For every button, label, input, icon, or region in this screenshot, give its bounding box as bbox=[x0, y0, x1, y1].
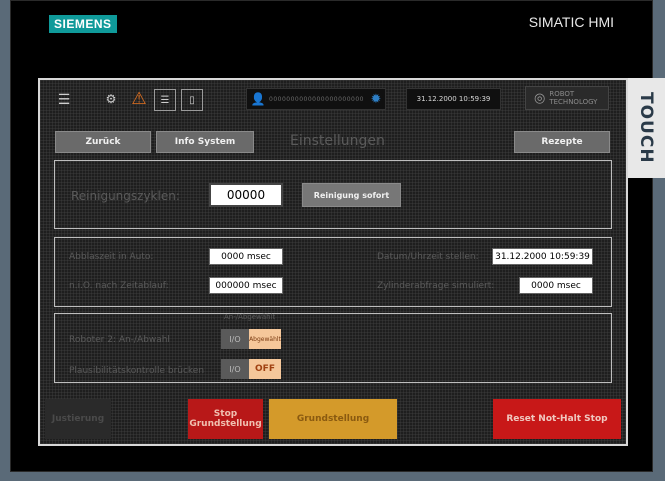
warning-icon[interactable]: ⚠ bbox=[128, 89, 150, 109]
datetime-set-label: Datum/Uhrzeit stellen: bbox=[377, 252, 479, 262]
abblaszeit-label: Abblaszeit in Auto: bbox=[69, 252, 154, 262]
user-robot-icon[interactable]: ⚙ bbox=[98, 89, 124, 109]
robot2-toggle[interactable]: I/O Abgewählt bbox=[221, 329, 281, 349]
justierung-button[interactable]: Justierung bbox=[45, 399, 111, 439]
clean-now-button[interactable]: Reinigung sofort bbox=[302, 183, 401, 207]
plausibility-toggle-state: OFF bbox=[249, 359, 281, 379]
robot2-toggle-state: Abgewählt bbox=[249, 329, 281, 349]
user-id: 0000000000000000000000 bbox=[269, 95, 364, 103]
door-icon[interactable]: ▯ bbox=[181, 89, 203, 111]
robot-group: Roboter 2: An-/Abwahl I/O Abgewählt Plau… bbox=[54, 313, 612, 383]
robot2-toggle-off: I/O bbox=[221, 329, 249, 349]
user-icon: 👤 bbox=[250, 92, 266, 106]
parameter-group: Abblaszeit in Auto: 0000 msec n.i.O. nac… bbox=[54, 237, 612, 307]
touch-label: TOUCH bbox=[627, 78, 665, 178]
reset-not-halt-button[interactable]: Reset Not-Halt Stop bbox=[493, 399, 621, 439]
datetime-display: 31.12.2000 10:59:39 bbox=[406, 88, 501, 110]
zylinder-input[interactable]: 0000 msec bbox=[519, 277, 593, 294]
hmi-screen: ☰ ⚙ ⚠ ☰ ▯ 👤 0000000000000000000000 ✹ 31.… bbox=[38, 78, 628, 446]
logo-text: ROBOT TECHNOLOGY bbox=[549, 90, 598, 106]
siemens-logo: SIEMENS bbox=[49, 15, 117, 33]
back-button[interactable]: Zurück bbox=[55, 131, 151, 153]
plausibility-label: Plausibilitätskontrolle brücken bbox=[69, 366, 205, 376]
cleaning-cycles-label: Reinigungszyklen: bbox=[71, 189, 180, 203]
user-login-box[interactable]: 👤 0000000000000000000000 ✹ bbox=[246, 88, 386, 110]
plausibility-toggle-off: I/O bbox=[221, 359, 249, 379]
toggle-caption: An-/Abgewählt bbox=[224, 313, 276, 321]
top-bar: ☰ ⚙ ⚠ ☰ ▯ 👤 0000000000000000000000 ✹ 31.… bbox=[40, 80, 626, 118]
grundstellung-button[interactable]: Grundstellung bbox=[269, 399, 397, 439]
info-system-button[interactable]: Info System bbox=[156, 131, 254, 153]
grundstellung-label: Grundstellung bbox=[189, 419, 262, 429]
robot2-label: Roboter 2: An-/Abwahl bbox=[69, 335, 170, 345]
page-title: Einstellungen bbox=[290, 133, 385, 149]
stop-label: Stop bbox=[213, 409, 238, 419]
settings-gear-icon[interactable]: ✹ bbox=[367, 92, 385, 107]
nio-label: n.i.O. nach Zeitablauf: bbox=[69, 281, 169, 291]
zylinder-label: Zylinderabfrage simuliert: bbox=[377, 281, 495, 291]
cleaning-group: Reinigungszyklen: 00000 Reinigung sofort bbox=[54, 160, 612, 229]
logo-swirl-icon: ◎ bbox=[534, 90, 546, 106]
abblaszeit-input[interactable]: 0000 msec bbox=[209, 248, 283, 265]
recipes-button[interactable]: Rezepte bbox=[514, 131, 610, 153]
plausibility-toggle[interactable]: I/O OFF bbox=[221, 359, 281, 379]
document-icon[interactable]: ☰ bbox=[154, 89, 176, 111]
datetime-set-input[interactable]: 31.12.2000 10:59:39 bbox=[492, 248, 593, 265]
hmi-title: SIMATIC HMI bbox=[528, 14, 614, 30]
robot-technology-logo: ◎ ROBOT TECHNOLOGY bbox=[525, 86, 609, 110]
cleaning-cycles-input[interactable]: 00000 bbox=[209, 183, 283, 207]
menu-icon[interactable]: ☰ bbox=[54, 91, 74, 109]
nio-input[interactable]: 000000 msec bbox=[209, 277, 283, 294]
stop-grundstellung-button[interactable]: Stop Grundstellung bbox=[188, 399, 263, 439]
